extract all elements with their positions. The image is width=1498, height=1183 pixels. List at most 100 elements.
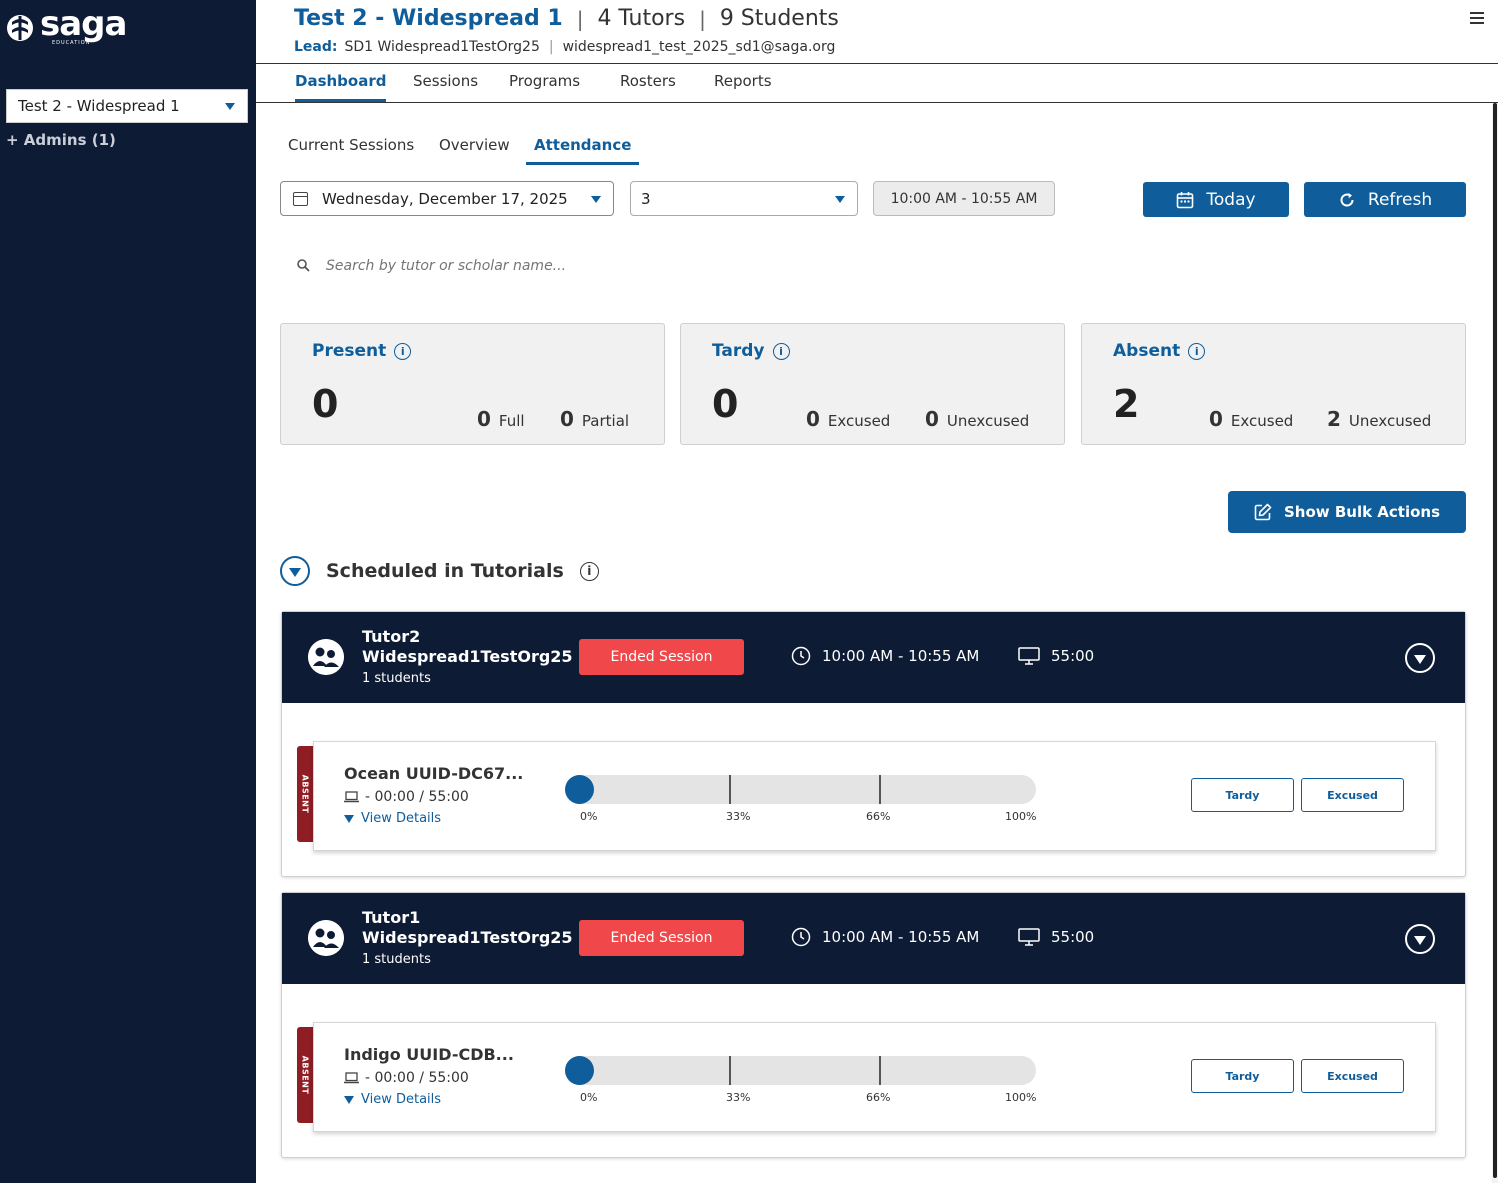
progress-tick	[879, 775, 881, 804]
expand-toggle-icon[interactable]	[1405, 924, 1435, 954]
student-time: - 00:00 / 55:00	[344, 1070, 469, 1086]
tardy-title-text: Tardy	[712, 341, 765, 361]
progress-label-33: 33%	[726, 1091, 751, 1104]
time-range-display: 10:00 AM - 10:55 AM	[873, 181, 1055, 216]
tutor-name-line2: Widespread1TestOrg25	[362, 928, 573, 947]
attendance-progress	[565, 775, 1036, 804]
logo-text: saga	[40, 4, 127, 44]
tardy-unexcused-label: Unexcused	[946, 412, 1030, 430]
tardy-unexcused: 0 Unexcused	[925, 407, 1029, 431]
tardy-excused-value: 0	[806, 407, 820, 431]
present-title-text: Present	[312, 341, 387, 361]
tardy-excused-label: Excused	[827, 412, 891, 430]
view-details-link[interactable]: View Details	[344, 811, 441, 826]
info-icon[interactable]: i	[772, 342, 790, 360]
sidebar: saga EDUCATION Test 2 - Widespread 1 + A…	[0, 0, 256, 1183]
absent-unexcused-label: Unexcused	[1348, 412, 1432, 430]
excused-button[interactable]: Excused	[1301, 778, 1404, 812]
title-separator: |	[699, 6, 706, 31]
progress-label-0: 0%	[580, 810, 598, 823]
tab-programs[interactable]: Programs	[509, 72, 580, 99]
refresh-button-label: Refresh	[1367, 189, 1433, 210]
absent-title: Absent i	[1113, 341, 1206, 361]
org-select[interactable]: Test 2 - Widespread 1	[6, 89, 248, 123]
date-select-value: Wednesday, December 17, 2025	[322, 189, 568, 208]
progress-knob	[565, 1056, 594, 1085]
tardy-title: Tardy i	[712, 341, 790, 361]
subtab-overview[interactable]: Overview	[439, 136, 510, 162]
present-partial-label: Partial	[581, 412, 630, 430]
clock-icon	[791, 646, 811, 666]
expand-toggle-icon[interactable]	[1405, 643, 1435, 673]
session-duration: 55:00	[1018, 927, 1094, 947]
info-icon[interactable]: i	[579, 561, 599, 581]
admins-toggle[interactable]: + Admins (1)	[6, 131, 116, 149]
subtab-attendance[interactable]: Attendance	[526, 136, 640, 165]
progress-knob	[565, 775, 594, 804]
tutor-name-line1: Tutor2	[362, 627, 421, 646]
scrollbar[interactable]	[1492, 103, 1498, 1183]
session-time-text: 10:00 AM - 10:55 AM	[822, 928, 980, 946]
excused-button[interactable]: Excused	[1301, 1059, 1404, 1093]
caret-down-icon	[344, 1095, 354, 1104]
today-button[interactable]: Today	[1143, 182, 1289, 217]
tab-sessions[interactable]: Sessions	[413, 72, 478, 99]
view-details-link[interactable]: View Details	[344, 1092, 441, 1107]
edit-icon	[1254, 503, 1272, 521]
refresh-icon	[1340, 192, 1354, 207]
student-row: ABSENT Indigo UUID-CDB... - 00:00 / 55:0…	[297, 1022, 1436, 1132]
info-icon[interactable]: i	[394, 342, 412, 360]
chevron-down-icon	[225, 103, 235, 110]
refresh-button[interactable]: Refresh	[1304, 182, 1466, 217]
chevron-down-icon	[591, 196, 601, 203]
student-name: Ocean UUID-DC67...	[344, 764, 524, 783]
student-name: Indigo UUID-CDB...	[344, 1045, 514, 1064]
period-select-value: 3	[641, 189, 651, 208]
tardy-total: 0	[712, 382, 739, 426]
progress-label-100: 100%	[1005, 810, 1037, 823]
tardy-button[interactable]: Tardy	[1191, 1059, 1294, 1093]
show-bulk-actions-button[interactable]: Show Bulk Actions	[1228, 491, 1466, 533]
present-full-label: Full	[498, 412, 525, 430]
group-avatar-icon	[308, 639, 344, 675]
lead-row: Lead: SD1 Widespread1TestOrg25 | widespr…	[294, 39, 835, 55]
tab-rosters[interactable]: Rosters	[620, 72, 676, 99]
absent-tag-text: ABSENT	[300, 774, 310, 814]
absent-title-text: Absent	[1113, 341, 1181, 361]
tutorial-header: Tutor1 Widespread1TestOrg25 1 students E…	[282, 893, 1465, 984]
present-total: 0	[312, 382, 339, 426]
tab-reports[interactable]: Reports	[714, 72, 772, 99]
tardy-excused: 0 Excused	[806, 407, 890, 431]
progress-label-100: 100%	[1005, 1091, 1037, 1104]
logo-subtext: EDUCATION	[52, 40, 91, 46]
absent-unexcused: 2 Unexcused	[1327, 407, 1431, 431]
menu-icon[interactable]	[1470, 12, 1484, 24]
absent-total: 2	[1113, 382, 1140, 426]
present-full-value: 0	[477, 407, 491, 431]
show-bulk-actions-label: Show Bulk Actions	[1283, 503, 1441, 521]
monitor-icon	[1018, 928, 1040, 946]
absent-card: Absent i 2 0 Excused 2 Unexcused	[1081, 323, 1466, 445]
tardy-button[interactable]: Tardy	[1191, 778, 1294, 812]
attendance-progress	[565, 1056, 1036, 1085]
period-select[interactable]: 3	[630, 181, 858, 216]
today-button-label: Today	[1206, 189, 1256, 210]
tab-dashboard[interactable]: Dashboard	[295, 72, 387, 102]
saga-logo-icon	[7, 15, 33, 41]
progress-tick	[729, 775, 731, 804]
present-title: Present i	[312, 341, 412, 361]
search-input[interactable]	[326, 258, 726, 274]
absent-excused-value: 0	[1209, 407, 1223, 431]
subtab-current-sessions[interactable]: Current Sessions	[288, 136, 414, 162]
calendar-icon	[293, 191, 308, 206]
collapse-toggle-icon[interactable]	[280, 556, 310, 586]
scrollbar-thumb[interactable]	[1493, 103, 1497, 1178]
present-partial: 0 Partial	[560, 407, 629, 431]
tutorial-block: Tutor2 Widespread1TestOrg25 1 students E…	[281, 611, 1466, 877]
info-icon[interactable]: i	[1188, 342, 1206, 360]
date-select[interactable]: Wednesday, December 17, 2025	[280, 181, 614, 216]
student-time: - 00:00 / 55:00	[344, 789, 469, 805]
students-count: 9 Students	[719, 6, 839, 31]
student-card: Ocean UUID-DC67... - 00:00 / 55:00 View …	[313, 741, 1436, 851]
tutor-students-count: 1 students	[362, 671, 431, 686]
